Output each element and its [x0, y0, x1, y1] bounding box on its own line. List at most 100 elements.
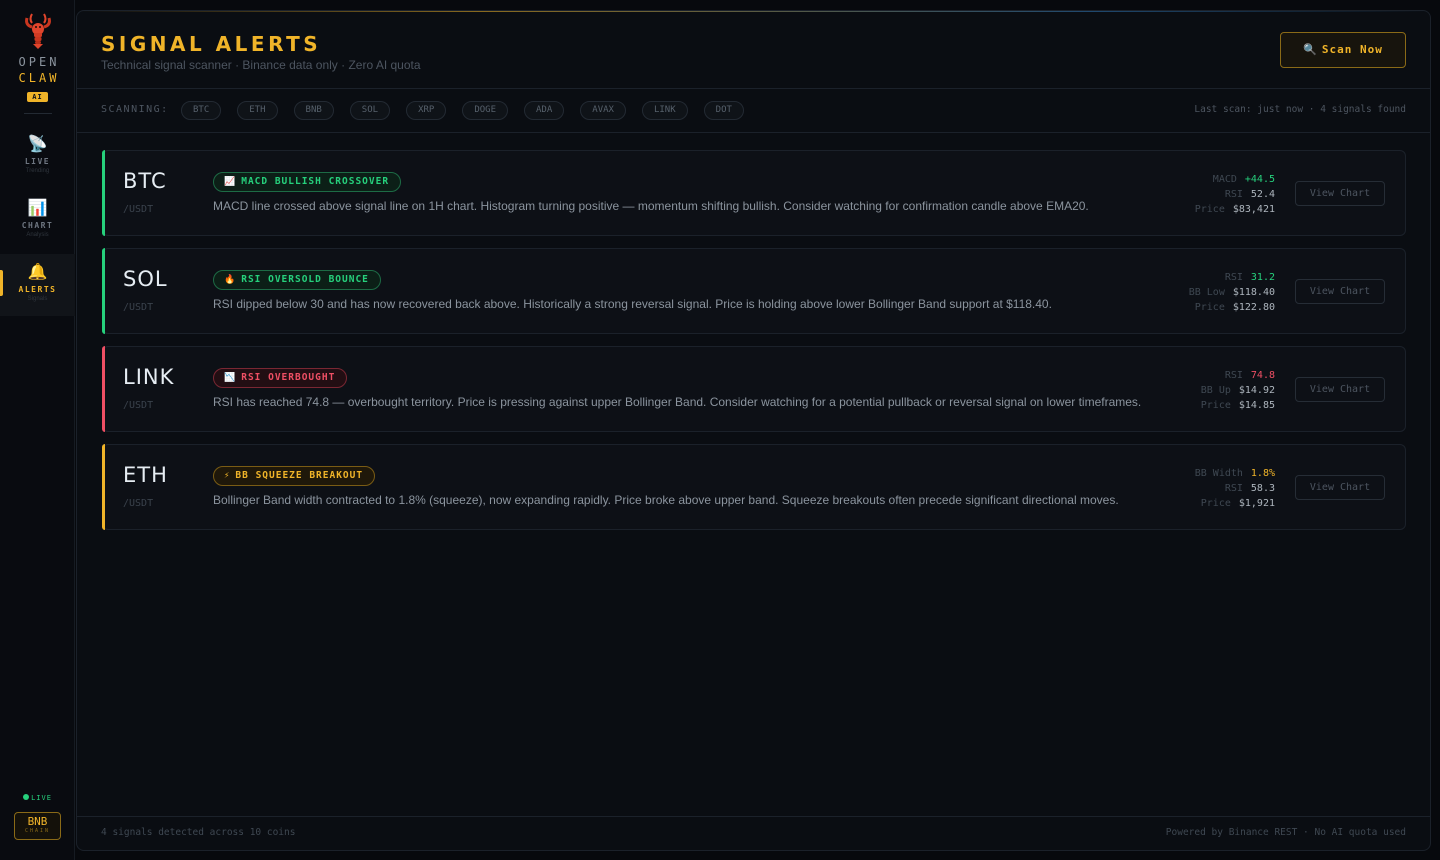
metric-label: Price — [1200, 400, 1231, 411]
signal-metrics: RSI 31.2 BB Low $118.40 Price $122.80 — [1189, 270, 1275, 315]
signal-type-label: RSI OVERBOUGHT — [241, 372, 336, 383]
live-status-indicator: LIVE — [0, 794, 75, 802]
signal-type-label: MACD BULLISH CROSSOVER — [241, 176, 390, 187]
metric-label: BB Low — [1188, 287, 1225, 298]
sidebar-divider — [24, 113, 52, 114]
brand-name-line1: OPEN — [18, 55, 60, 69]
signal-metrics: MACD +44.5 RSI 52.4 Price $83,421 — [1195, 172, 1275, 217]
metric-label: RSI — [1224, 370, 1243, 381]
scan-now-label: Scan Now — [1321, 43, 1383, 56]
signal-type-label: BB SQUEEZE BREAKOUT — [235, 470, 364, 481]
brand-logo[interactable]: OPEN CLAW AI — [0, 12, 75, 104]
metric-row: Price $1,921 — [1195, 496, 1275, 511]
metric-value: 58.3 — [1250, 483, 1275, 494]
signal-type-badge: ⚡ BB SQUEEZE BREAKOUT — [213, 466, 376, 486]
sidebar-item-chart[interactable]: 📊 CHART Analysis — [0, 190, 75, 252]
coin-chip-xrp[interactable]: XRP — [406, 101, 447, 120]
last-scan-status: Last scan: just now · 4 signals found — [1194, 104, 1406, 115]
signal-card-sol[interactable]: SOL/USDT 🔥 RSI OVERSOLD BOUNCE RSI dipped b… — [102, 248, 1406, 334]
view-chart-button[interactable]: View Chart — [1295, 279, 1385, 304]
signal-metrics: RSI 74.8 BB Up $14.92 Price $14.85 — [1201, 368, 1275, 413]
chain-badge[interactable]: BNB CHAIN — [14, 812, 61, 840]
metric-row: RSI 74.8 — [1201, 368, 1275, 383]
metric-row: Price $83,421 — [1195, 202, 1275, 217]
signal-card-link[interactable]: LINK/USDT 📉 RSI OVERBOUGHT RSI has reached … — [102, 346, 1406, 432]
metric-label: RSI — [1224, 272, 1243, 283]
view-chart-button[interactable]: View Chart — [1295, 377, 1385, 402]
sidebar-item-label: CHART — [21, 221, 54, 230]
signal-type-label: RSI OVERSOLD BOUNCE — [241, 274, 369, 285]
coin-chip-btc[interactable]: BTC — [181, 101, 222, 120]
coin-chip-link[interactable]: LINK — [641, 101, 688, 120]
search-icon: 🔍 — [1303, 43, 1318, 56]
page-title: SIGNAL ALERTS — [101, 32, 322, 56]
view-chart-button[interactable]: View Chart — [1295, 181, 1385, 206]
brand-ai-badge: AI — [27, 92, 48, 102]
metric-value: +44.5 — [1244, 174, 1275, 185]
signal-card-eth[interactable]: ETH/USDT ⚡ BB SQUEEZE BREAKOUT Bollinger Ba… — [102, 444, 1406, 530]
metric-label: RSI — [1224, 189, 1243, 200]
coin-chip-avax[interactable]: AVAX — [580, 101, 626, 120]
signal-description: Bollinger Band width contracted to 1.8% … — [213, 493, 1119, 507]
signal-metrics: BB Width 1.8% RSI 58.3 Price $1,921 — [1195, 466, 1275, 511]
sidebar-item-label: ALERTS — [18, 285, 57, 294]
footer-summary: 4 signals detected across 10 coins — [101, 827, 296, 838]
metric-value: $14.85 — [1238, 400, 1275, 411]
metric-value: $83,421 — [1232, 204, 1275, 215]
metric-row: MACD +44.5 — [1195, 172, 1275, 187]
signal-list: BTC/USDT 📈 MACD BULLISH CROSSOVER MACD line… — [102, 150, 1406, 542]
signal-type-badge: 🔥 RSI OVERSOLD BOUNCE — [213, 270, 381, 290]
page-subtitle: Technical signal scanner · Binance data … — [101, 58, 421, 72]
bell-icon: 🔔 — [27, 264, 48, 281]
metric-row: RSI 58.3 — [1195, 481, 1275, 496]
metric-row: BB Low $118.40 — [1189, 285, 1275, 300]
metric-value: 74.8 — [1250, 370, 1275, 381]
sidebar-item-sublabel: Analysis — [26, 232, 49, 238]
chart-up-icon: 📈 — [224, 177, 237, 187]
signal-description: MACD line crossed above signal line on 1… — [213, 199, 1089, 213]
live-status-label: LIVE — [31, 794, 52, 802]
chart-down-icon: 📉 — [224, 373, 237, 383]
sidebar-item-alerts[interactable]: 🔔 ALERTS Signals — [0, 254, 75, 316]
signal-type-badge: 📈 MACD BULLISH CROSSOVER — [213, 172, 402, 192]
coin-symbol: ETH — [123, 463, 168, 487]
signal-card-btc[interactable]: BTC/USDT 📈 MACD BULLISH CROSSOVER MACD line… — [102, 150, 1406, 236]
sidebar: OPEN CLAW AI 📡 LIVE Trending 📊 CHART Ana… — [0, 0, 75, 860]
sidebar-item-live[interactable]: 📡 LIVE Trending — [0, 126, 75, 188]
metric-label: BB Width — [1194, 468, 1243, 479]
satellite-dish-icon: 📡 — [27, 136, 48, 153]
coin-chip-list: BTC ETH BNB SOL XRP DOGE ADA AVAX LINK DOT — [181, 101, 744, 120]
metric-label: Price — [1194, 302, 1225, 313]
metric-value: 1.8% — [1250, 468, 1275, 479]
coin-chip-sol[interactable]: SOL — [349, 101, 391, 120]
view-chart-button[interactable]: View Chart — [1295, 475, 1385, 500]
scan-now-button[interactable]: 🔍 Scan Now — [1280, 32, 1406, 68]
coin-symbol: SOL — [123, 267, 168, 291]
page-header: SIGNAL ALERTS Technical signal scanner ·… — [77, 11, 1430, 89]
scan-bar: SCANNING: BTC ETH BNB SOL XRP DOGE ADA AVAX LINK… — [77, 89, 1430, 133]
metric-value: 31.2 — [1250, 272, 1275, 283]
bar-chart-icon: 📊 — [27, 200, 48, 217]
scanning-label: SCANNING: — [101, 104, 169, 115]
lightning-icon: ⚡ — [224, 471, 231, 481]
metric-value: $1,921 — [1238, 498, 1275, 509]
lobster-icon — [24, 13, 51, 49]
metric-row: BB Width 1.8% — [1195, 466, 1275, 481]
metric-value: $118.40 — [1232, 287, 1275, 298]
main-panel: SIGNAL ALERTS Technical signal scanner ·… — [76, 10, 1431, 851]
metric-label: Price — [1200, 498, 1231, 509]
metric-value: $122.80 — [1232, 302, 1275, 313]
coin-chip-eth[interactable]: ETH — [237, 101, 278, 120]
signal-description: RSI dipped below 30 and has now recovere… — [213, 297, 1052, 311]
coin-chip-doge[interactable]: DOGE — [462, 101, 509, 120]
coin-symbol: LINK — [123, 365, 175, 389]
coin-chip-dot[interactable]: DOT — [703, 101, 744, 120]
coin-chip-bnb[interactable]: BNB — [293, 101, 334, 120]
coin-chip-ada[interactable]: ADA — [524, 101, 565, 120]
metric-row: Price $14.85 — [1201, 398, 1275, 413]
footer-credit: Powered by Binance REST · No AI quota us… — [1165, 827, 1406, 838]
sidebar-item-sublabel: Trending — [25, 168, 50, 174]
coin-symbol: BTC — [123, 169, 167, 193]
metric-value: $14.92 — [1238, 385, 1275, 396]
sidebar-item-sublabel: Signals — [27, 296, 48, 302]
